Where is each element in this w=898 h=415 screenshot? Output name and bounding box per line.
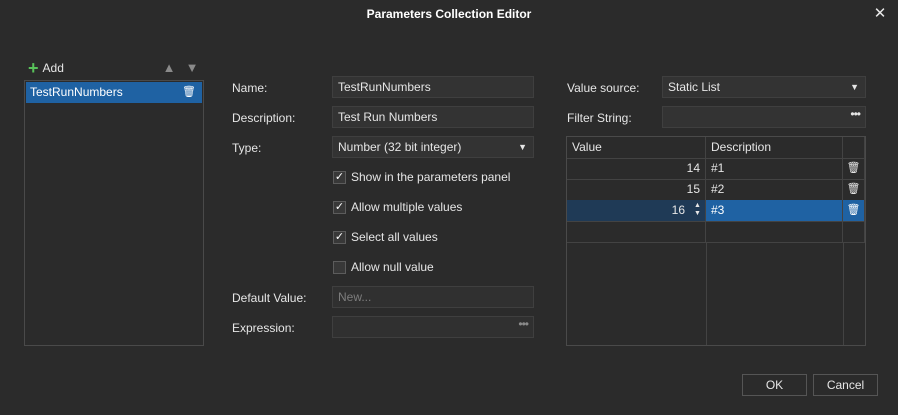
table-row[interactable]: 15 #2 🗑 bbox=[567, 179, 865, 201]
ok-button[interactable]: OK bbox=[742, 374, 807, 396]
value-cell[interactable]: 14 bbox=[567, 158, 706, 179]
expression-label: Expression: bbox=[232, 321, 295, 335]
filter-string-input[interactable]: ••• bbox=[662, 106, 866, 128]
description-label: Description: bbox=[232, 111, 296, 125]
checkbox-box[interactable]: ✓ bbox=[333, 200, 346, 214]
header-value[interactable]: Value bbox=[567, 137, 706, 158]
parameter-list: TestRunNumbers 🗑 bbox=[24, 80, 204, 346]
grid-header: Value Description bbox=[567, 137, 865, 159]
checkbox-label: Allow multiple values bbox=[351, 200, 463, 214]
values-grid: Value Description 14 #1 🗑 15 #2 🗑 16 ▲ ▼ … bbox=[566, 136, 866, 346]
checkbox-label: Show in the parameters panel bbox=[351, 170, 511, 184]
table-row[interactable]: 14 #1 🗑 bbox=[567, 158, 865, 180]
type-label: Type: bbox=[232, 141, 262, 155]
trash-icon[interactable]: 🗑 bbox=[843, 179, 865, 200]
checkbox-box[interactable]: ✓ bbox=[333, 230, 346, 244]
checkbox-box[interactable] bbox=[333, 260, 346, 274]
column-divider bbox=[706, 242, 707, 345]
checkbox-select-all[interactable]: ✓ Select all values bbox=[333, 230, 438, 244]
chevron-down-icon: ▼ bbox=[518, 142, 527, 152]
checkbox-box[interactable]: ✓ bbox=[333, 170, 346, 184]
type-value: Number (32 bit integer) bbox=[338, 140, 462, 154]
value-cell[interactable] bbox=[567, 221, 706, 242]
table-row-selected[interactable]: 16 ▲ ▼ #3 🗑 bbox=[567, 200, 865, 222]
add-label: Add bbox=[42, 61, 64, 75]
value-source-dropdown[interactable]: Static List ▼ bbox=[662, 76, 866, 98]
header-blank bbox=[843, 137, 865, 158]
trash-icon[interactable]: 🗑 bbox=[182, 82, 196, 103]
type-dropdown[interactable]: Number (32 bit integer) ▼ bbox=[332, 136, 534, 158]
blank-cell bbox=[843, 221, 865, 242]
checkbox-allow-null[interactable]: Allow null value bbox=[333, 260, 434, 274]
parameter-name: TestRunNumbers bbox=[30, 85, 123, 99]
filter-string-label: Filter String: bbox=[567, 111, 632, 125]
description-input[interactable]: Test Run Numbers bbox=[332, 106, 534, 128]
column-divider bbox=[843, 242, 844, 345]
value-cell[interactable]: 16 ▲ ▼ bbox=[567, 200, 706, 221]
trash-icon[interactable]: 🗑 bbox=[843, 158, 865, 179]
chevron-down-icon: ▼ bbox=[850, 82, 859, 92]
expression-input[interactable]: ••• bbox=[332, 316, 534, 338]
checkbox-label: Allow null value bbox=[351, 260, 434, 274]
description-cell[interactable]: #1 bbox=[706, 158, 843, 179]
close-icon[interactable]: ✕ bbox=[866, 2, 894, 26]
name-label: Name: bbox=[232, 81, 268, 95]
description-cell[interactable]: #3 bbox=[706, 200, 843, 221]
description-cell[interactable] bbox=[706, 221, 843, 242]
trash-icon[interactable]: 🗑 bbox=[843, 200, 865, 221]
default-value-input[interactable]: New... bbox=[332, 286, 534, 308]
value-source-value: Static List bbox=[668, 80, 721, 94]
ellipsis-icon[interactable]: ••• bbox=[850, 104, 861, 124]
description-cell[interactable]: #2 bbox=[706, 179, 843, 200]
table-row-new[interactable] bbox=[567, 221, 865, 243]
ellipsis-icon[interactable]: ••• bbox=[518, 314, 529, 334]
header-description[interactable]: Description bbox=[706, 137, 843, 158]
checkbox-allow-multiple[interactable]: ✓ Allow multiple values bbox=[333, 200, 462, 214]
dialog-title: Parameters Collection Editor bbox=[366, 7, 532, 21]
checkbox-show-in-panel[interactable]: ✓ Show in the parameters panel bbox=[333, 170, 510, 184]
add-parameter-button[interactable]: + Add bbox=[28, 58, 64, 78]
value-text: 16 bbox=[671, 203, 685, 217]
move-up-icon[interactable]: ▲ bbox=[162, 60, 176, 76]
value-source-label: Value source: bbox=[567, 81, 640, 95]
parameter-list-item[interactable]: TestRunNumbers 🗑 bbox=[26, 82, 202, 103]
move-down-icon[interactable]: ▼ bbox=[185, 60, 199, 76]
default-value-label: Default Value: bbox=[232, 291, 307, 305]
value-cell[interactable]: 15 bbox=[567, 179, 706, 200]
cancel-button[interactable]: Cancel bbox=[813, 374, 878, 396]
spinner-icon[interactable]: ▲ ▼ bbox=[693, 202, 702, 218]
name-input[interactable]: TestRunNumbers bbox=[332, 76, 534, 98]
checkbox-label: Select all values bbox=[351, 230, 438, 244]
plus-icon: + bbox=[28, 58, 39, 78]
